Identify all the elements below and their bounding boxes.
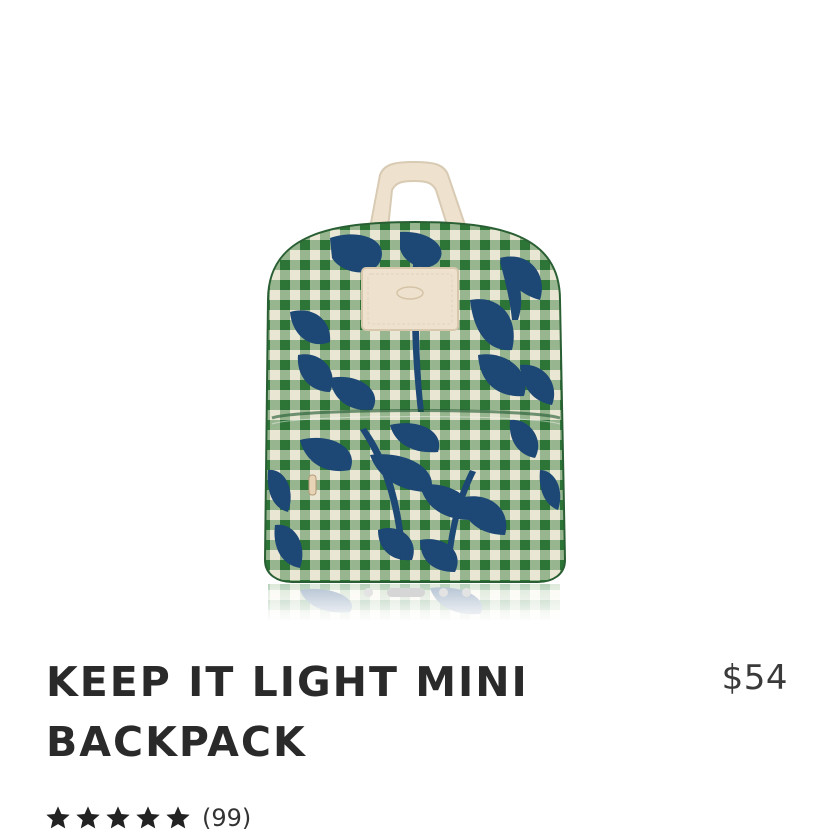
review-count-link[interactable]: (99) — [202, 804, 251, 832]
star-icon — [166, 806, 190, 829]
product-title: KEEP IT LIGHT MINI BACKPACK — [46, 658, 529, 766]
star-icon — [46, 806, 70, 829]
product-rating[interactable]: (99) — [44, 804, 251, 832]
carousel-dot-4[interactable] — [461, 587, 471, 597]
carousel-dots[interactable] — [0, 584, 834, 600]
product-image-gallery[interactable] — [0, 0, 834, 630]
rating-stars — [44, 804, 192, 832]
star-icon — [136, 806, 160, 829]
star-icon — [76, 806, 100, 829]
star-icon — [106, 806, 130, 829]
product-price: $54 — [721, 658, 788, 698]
carousel-dot-1[interactable] — [363, 587, 373, 597]
carousel-dot-3[interactable] — [438, 587, 448, 597]
carousel-dot-2-active[interactable] — [386, 587, 425, 597]
product-image-backpack[interactable] — [0, 0, 834, 630]
